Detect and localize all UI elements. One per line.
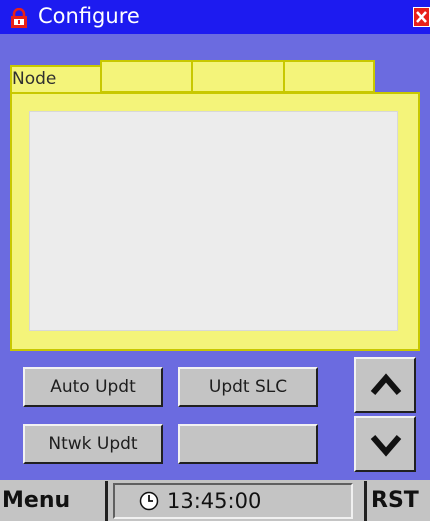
menu-button[interactable]: Menu	[0, 481, 108, 521]
auto-updt-button[interactable]: Auto Updt	[23, 367, 163, 407]
node-list[interactable]	[29, 111, 398, 331]
tab-3[interactable]	[191, 60, 285, 93]
rst-label: RST	[371, 488, 419, 513]
clock-icon	[139, 491, 159, 511]
clock-display: 13:45:00	[113, 483, 353, 519]
scroll-down-button[interactable]	[354, 416, 416, 472]
clock-time: 13:45:00	[167, 489, 262, 513]
auto-updt-label: Auto Updt	[50, 377, 136, 397]
blank-button[interactable]	[178, 424, 318, 464]
updt-slc-label: Updt SLC	[208, 377, 288, 397]
window-title: Configure	[38, 4, 140, 28]
lock-icon	[10, 7, 28, 28]
scroll-up-button[interactable]	[354, 357, 416, 413]
tab-4[interactable]	[283, 60, 375, 93]
tab-node-label: Node	[12, 69, 57, 89]
tab-2[interactable]	[100, 60, 193, 93]
ntwk-updt-button[interactable]: Ntwk Updt	[23, 424, 163, 464]
close-button[interactable]	[413, 7, 430, 27]
title-bar: Configure	[0, 0, 430, 34]
ntwk-updt-label: Ntwk Updt	[48, 434, 138, 454]
close-icon	[414, 8, 429, 26]
menu-label: Menu	[2, 488, 71, 513]
rst-button[interactable]: RST	[364, 481, 430, 521]
updt-slc-button[interactable]: Updt SLC	[178, 367, 318, 407]
